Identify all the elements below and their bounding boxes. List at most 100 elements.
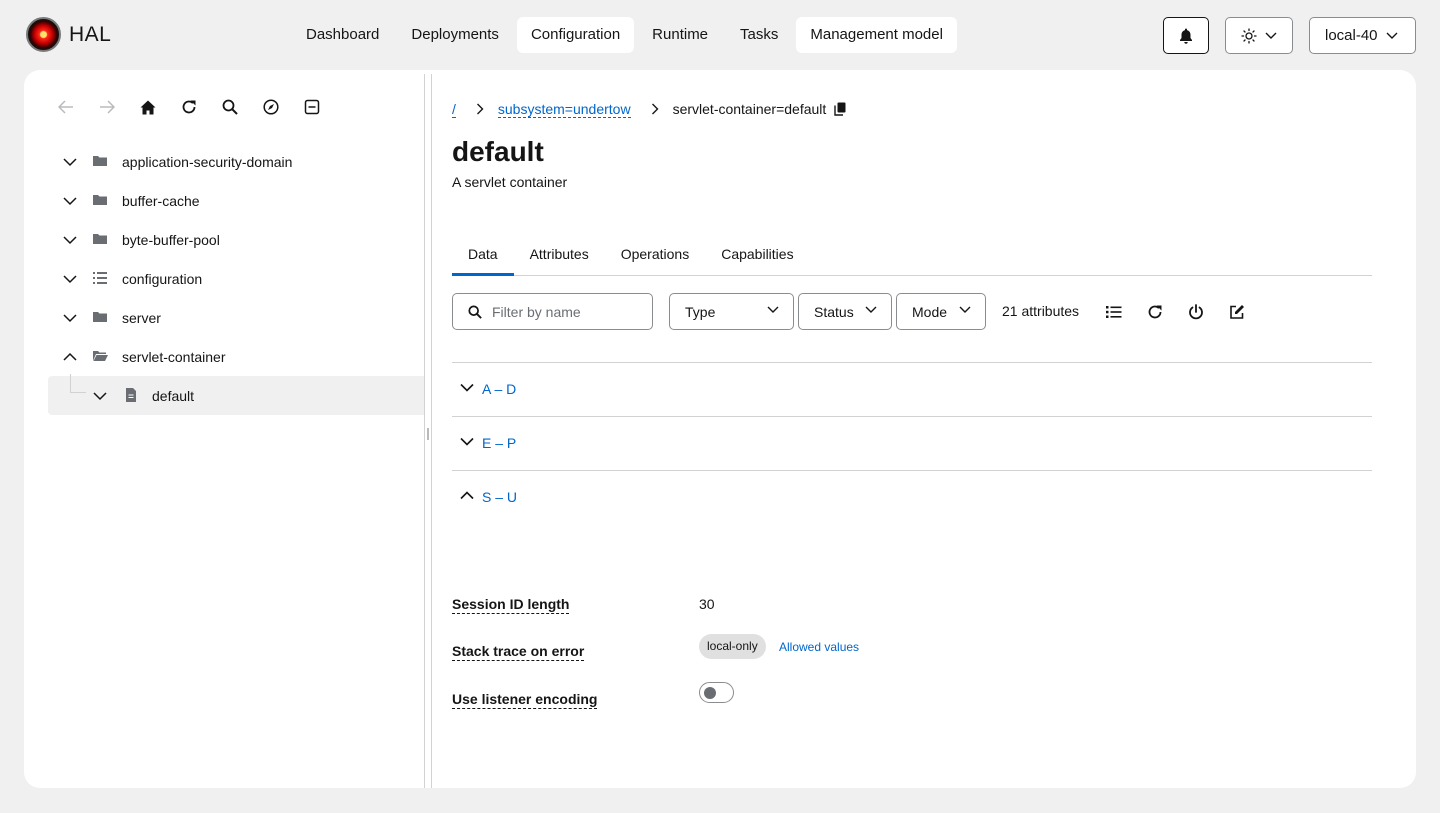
attribute-row-stack-trace-on-error: Stack trace on error local-only Allowed … [452, 634, 1372, 666]
refresh-icon[interactable] [1145, 302, 1165, 322]
tab-operations[interactable]: Operations [605, 236, 705, 276]
tree-item-server[interactable]: server [48, 298, 424, 337]
chevron-down-icon [1265, 32, 1277, 39]
mode-filter-label: Mode [912, 303, 948, 320]
tree-item-buffer-cache[interactable]: buffer-cache [48, 181, 424, 220]
filter-search-box[interactable] [452, 293, 653, 330]
tree-item-default[interactable]: default [48, 374, 424, 415]
brand-logo[interactable]: HAL [26, 17, 111, 52]
sun-icon [1241, 27, 1257, 44]
chevron-down-icon[interactable] [92, 388, 108, 404]
tree-item-application-security-domain[interactable]: application-security-domain [48, 142, 424, 181]
forward-icon[interactable] [97, 97, 117, 117]
tree-item-label: configuration [122, 271, 203, 287]
tree-item-label: default [152, 388, 195, 404]
filter-toolbar: Type Status Mode 21 attributes [452, 293, 1372, 330]
refresh-icon[interactable] [179, 97, 199, 117]
group-a-d[interactable]: A – D [452, 362, 1372, 416]
splitter-grip[interactable] [427, 428, 429, 440]
edit-icon[interactable] [1227, 302, 1247, 322]
use-listener-encoding-toggle[interactable] [699, 682, 734, 703]
folder-open-icon [93, 351, 108, 361]
notifications-button[interactable] [1163, 17, 1209, 54]
breadcrumb-current: servlet-container=default [672, 101, 827, 117]
compass-icon[interactable] [261, 97, 281, 117]
group-label: E – P [482, 435, 517, 451]
chevron-down-icon[interactable] [62, 310, 78, 326]
server-selector[interactable]: local-40 [1309, 17, 1416, 54]
folder-icon [93, 156, 107, 166]
power-icon[interactable] [1186, 302, 1206, 322]
search-icon[interactable] [220, 97, 240, 117]
home-icon[interactable] [138, 97, 158, 117]
tree-item-servlet-container[interactable]: servlet-container [48, 337, 424, 376]
group-label: S – U [482, 489, 518, 505]
filter-search-input[interactable] [492, 303, 642, 320]
nav-runtime[interactable]: Runtime [638, 17, 722, 53]
tree-item-byte-buffer-pool[interactable]: byte-buffer-pool [48, 220, 424, 259]
page-title: default [452, 136, 544, 167]
copy-icon[interactable] [834, 102, 846, 116]
collapse-all-icon[interactable] [302, 97, 322, 117]
attribute-count: 21 attributes [1002, 303, 1080, 319]
nav-tasks[interactable]: Tasks [726, 17, 792, 53]
pane-splitter[interactable] [424, 74, 432, 788]
tree-item-label: server [122, 310, 161, 326]
type-filter-dropdown[interactable]: Type [669, 293, 794, 330]
tab-data[interactable]: Data [452, 236, 514, 276]
file-icon [126, 388, 136, 402]
status-filter-dropdown[interactable]: Status [798, 293, 892, 330]
chevron-down-icon[interactable] [62, 232, 78, 248]
attribute-row-session-id-length: Session ID length 30 [452, 595, 1372, 619]
attribute-name[interactable]: Session ID length [452, 595, 570, 614]
chevron-down-icon [1386, 32, 1398, 39]
toggle-knob [704, 687, 716, 699]
search-icon [468, 304, 482, 319]
tree-guide-line [70, 374, 86, 393]
tab-attributes[interactable]: Attributes [514, 236, 605, 276]
resource-details-pane: / subsystem=undertow servlet-container=d… [452, 70, 1372, 788]
group-label: A – D [482, 381, 517, 397]
server-name: local-40 [1325, 27, 1378, 44]
bell-icon [1180, 28, 1192, 44]
breadcrumb-subsystem[interactable]: subsystem=undertow [497, 101, 631, 118]
group-s-u[interactable]: S – U [452, 470, 1372, 524]
attribute-groups: A – D E – P S – U [452, 362, 1372, 524]
folder-icon [93, 195, 107, 205]
attribute-row-use-listener-encoding: Use listener encoding [452, 682, 1372, 714]
back-icon[interactable] [56, 97, 76, 117]
nav-management-model[interactable]: Management model [796, 17, 957, 53]
chevron-down-icon [865, 306, 877, 313]
tree-item-label: byte-buffer-pool [122, 232, 220, 248]
attribute-name[interactable]: Use listener encoding [452, 690, 598, 709]
theme-toggle-button[interactable] [1225, 17, 1293, 54]
nav-configuration[interactable]: Configuration [516, 17, 635, 53]
allowed-values-link[interactable]: Allowed values [779, 640, 859, 654]
chevron-down-icon[interactable] [62, 154, 78, 170]
chevron-down-icon [460, 383, 474, 392]
tab-capabilities[interactable]: Capabilities [705, 236, 809, 276]
chevron-up-icon[interactable] [62, 349, 78, 365]
nav-dashboard[interactable]: Dashboard [292, 17, 393, 53]
chevron-up-icon [460, 491, 474, 500]
value-chip: local-only [699, 634, 766, 659]
brand-name: HAL [69, 22, 112, 46]
tree-item-label: servlet-container [122, 349, 226, 365]
type-filter-label: Type [685, 303, 716, 320]
chevron-down-icon[interactable] [62, 193, 78, 209]
mode-filter-dropdown[interactable]: Mode [896, 293, 986, 330]
breadcrumb-root[interactable]: / [452, 101, 456, 118]
group-e-p[interactable]: E – P [452, 416, 1372, 470]
chevron-right-icon [651, 103, 659, 115]
list-view-icon[interactable] [1104, 302, 1124, 322]
resource-tree: application-security-domain buffer-cache… [48, 142, 424, 415]
attribute-name[interactable]: Stack trace on error [452, 642, 585, 661]
status-filter-label: Status [814, 303, 854, 320]
main-card: application-security-domain buffer-cache… [24, 70, 1416, 788]
folder-icon [93, 234, 107, 244]
tree-item-label: buffer-cache [122, 193, 200, 209]
tree-item-configuration[interactable]: configuration [48, 259, 424, 298]
chevron-down-icon[interactable] [62, 271, 78, 287]
hal-eye-icon [26, 17, 61, 52]
nav-deployments[interactable]: Deployments [397, 17, 513, 53]
